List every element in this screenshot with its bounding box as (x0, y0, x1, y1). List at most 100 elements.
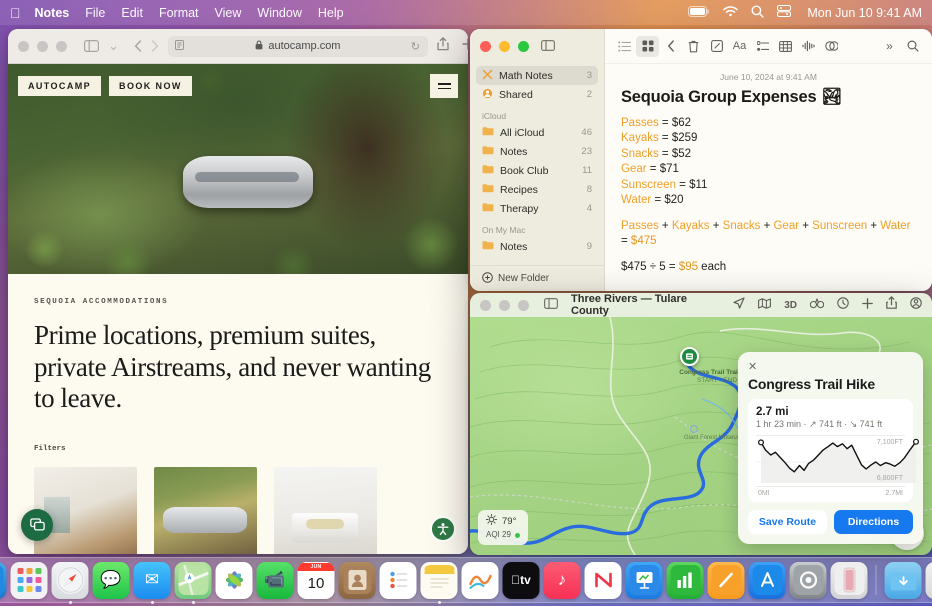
dock-item-messages[interactable]: 💬 (93, 562, 130, 599)
accessibility-icon[interactable] (430, 516, 456, 542)
property-card[interactable] (154, 467, 257, 554)
notes-folder-list[interactable]: Math Notes 3 Shared 2 iCloud All iCloud … (470, 64, 604, 265)
route-info-card[interactable]: ✕ Congress Trail Hike 2.7 mi 1 hr 23 min… (738, 352, 923, 544)
close-icon[interactable]: ✕ (748, 360, 761, 373)
dock-item-keynote[interactable] (626, 562, 663, 599)
sidebar-item-notes-local[interactable]: Notes 9 (476, 237, 598, 256)
dock-item-maps[interactable] (175, 562, 212, 599)
share-icon[interactable] (886, 296, 897, 314)
dock-item-reminders[interactable] (380, 562, 417, 599)
menu-item-file[interactable]: File (85, 6, 105, 20)
dock-item-launchpad[interactable] (11, 562, 48, 599)
3d-icon[interactable]: 3D (784, 300, 797, 311)
chevron-down-icon[interactable]: ⌄ (108, 38, 119, 54)
compose-icon[interactable] (705, 36, 728, 57)
safari-web-content[interactable]: AUTOCAMP BOOK NOW SEQUOIA ACCOMMODATIONS… (8, 64, 468, 554)
address-bar[interactable]: autocamp.com ↻ (168, 36, 428, 57)
reader-view-icon[interactable] (175, 40, 184, 53)
back-icon[interactable] (659, 36, 682, 57)
maximize-button[interactable] (56, 41, 67, 52)
dock-item-notes[interactable] (421, 562, 458, 599)
dock-item-photos[interactable] (216, 562, 253, 599)
hamburger-menu-icon[interactable] (430, 74, 458, 98)
menu-bar-clock[interactable]: Mon Jun 10 9:41 AM (807, 6, 922, 20)
save-route-button[interactable]: Save Route (748, 510, 827, 534)
dock-item-system-settings[interactable] (790, 562, 827, 599)
directions-button[interactable]: Directions (834, 510, 913, 534)
dock-item-numbers[interactable] (667, 562, 704, 599)
dock-item-news[interactable] (585, 562, 622, 599)
reload-icon[interactable]: ↻ (411, 40, 420, 53)
sidebar-item-all-icloud[interactable]: All iCloud 46 (476, 123, 598, 142)
dock-item-appletv[interactable]: tv (503, 562, 540, 599)
menu-item-view[interactable]: View (215, 6, 242, 20)
dock-item-calendar[interactable]: JUN10 (298, 562, 335, 599)
menu-item-edit[interactable]: Edit (121, 6, 143, 20)
window-controls[interactable] (18, 41, 67, 52)
minimize-button[interactable] (37, 41, 48, 52)
dock-item-downloads-folder[interactable] (885, 562, 922, 599)
table-icon[interactable] (774, 36, 797, 57)
notes-window[interactable]: Math Notes 3 Shared 2 iCloud All iCloud … (470, 29, 932, 291)
dock[interactable]: 💬✉ 📹JUN10 tv♪ (0, 557, 932, 603)
sidebar-item-notes[interactable]: Notes 23 (476, 142, 598, 161)
dock-item-facetime[interactable]: 📹 (257, 562, 294, 599)
sidebar-item-math-notes[interactable]: Math Notes 3 (476, 66, 598, 85)
menu-item-format[interactable]: Format (159, 6, 199, 20)
search-icon[interactable] (901, 36, 924, 57)
wifi-icon[interactable] (723, 6, 738, 20)
gallery-view-icon[interactable] (636, 36, 659, 57)
sidebar-item-book-club[interactable]: Book Club 11 (476, 161, 598, 180)
dock-item-safari[interactable] (52, 562, 89, 599)
dock-item-freeform[interactable] (462, 562, 499, 599)
filters-label[interactable]: Filters (34, 445, 442, 453)
more-icon[interactable]: » (878, 36, 901, 57)
window-controls[interactable] (480, 41, 529, 52)
site-logo[interactable]: AUTOCAMP (18, 76, 101, 96)
recents-clock-icon[interactable] (837, 296, 849, 314)
plus-icon[interactable] (862, 296, 873, 314)
sidebar-item-recipes[interactable]: Recipes 8 (476, 180, 598, 199)
battery-icon[interactable] (688, 6, 710, 20)
control-center-icon[interactable] (777, 5, 791, 20)
close-button[interactable] (18, 41, 29, 52)
dock-item-pages[interactable] (708, 562, 745, 599)
safari-window[interactable]: ⌄ autocamp.com ↻ (8, 29, 468, 554)
forward-button[interactable] (151, 40, 159, 52)
maximize-button[interactable] (518, 300, 529, 311)
chat-bubble-icon[interactable] (21, 509, 53, 541)
list-view-icon[interactable] (613, 36, 636, 57)
maximize-button[interactable] (518, 41, 529, 52)
sidebar-icon[interactable] (84, 40, 99, 52)
new-tab-button[interactable] (462, 37, 468, 55)
property-card[interactable] (274, 467, 377, 554)
account-icon[interactable] (910, 296, 922, 314)
dock-item-iphone-mirroring[interactable] (831, 562, 868, 599)
sidebar-icon[interactable] (541, 40, 555, 54)
back-button[interactable] (134, 40, 142, 52)
map-mode-icon[interactable] (758, 296, 771, 314)
menu-item-help[interactable]: Help (318, 6, 344, 20)
active-app-name[interactable]: Notes (35, 6, 70, 20)
checklist-icon[interactable] (751, 36, 774, 57)
dock-item-mail[interactable]: ✉ (134, 562, 171, 599)
map-canvas[interactable]: Congress Trail Trailhead START · END Gia… (470, 317, 932, 555)
note-content[interactable]: June 10, 2024 at 9:41 AM Sequoia Group E… (605, 64, 932, 282)
dock-item-finder[interactable] (0, 562, 7, 599)
format-aa-icon[interactable]: Aa (728, 36, 751, 57)
new-folder-button[interactable]: New Folder (470, 265, 604, 291)
share-icon[interactable] (437, 37, 449, 56)
look-around-binoculars-icon[interactable] (810, 296, 824, 314)
sidebar-item-therapy[interactable]: Therapy 4 (476, 199, 598, 218)
menu-item-window[interactable]: Window (257, 6, 301, 20)
weather-badge[interactable]: 79° AQI 29 (478, 510, 528, 545)
dock-item-music[interactable]: ♪ (544, 562, 581, 599)
trailhead-pin-icon[interactable] (680, 347, 699, 366)
dock-item-appstore[interactable] (749, 562, 786, 599)
apple-menu-icon[interactable]:  (10, 6, 21, 20)
minimize-button[interactable] (499, 41, 510, 52)
trash-icon[interactable] (682, 36, 705, 57)
location-arrow-icon[interactable] (733, 296, 745, 314)
minimize-button[interactable] (499, 300, 510, 311)
maps-window[interactable]: Three Rivers — Tulare County 3D (470, 293, 932, 555)
